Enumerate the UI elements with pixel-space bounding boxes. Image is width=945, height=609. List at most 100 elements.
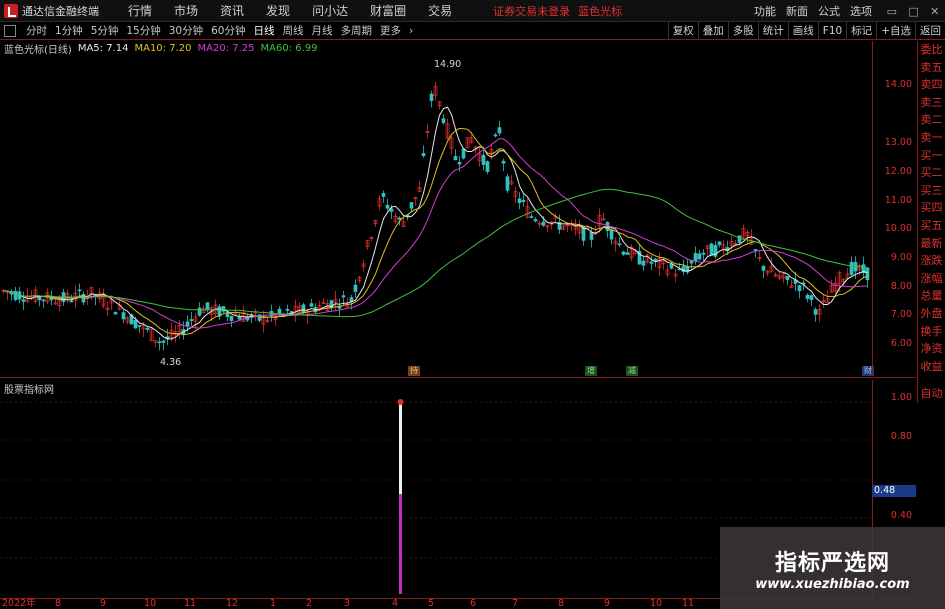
restore-rights-button[interactable]: 复权 xyxy=(667,22,698,40)
candle-body xyxy=(77,289,82,292)
side-item-bid5[interactable]: 买五 xyxy=(918,217,945,235)
ma20-value: MA20: 7.25 xyxy=(197,42,255,54)
side-item-change-pct[interactable]: 涨幅 xyxy=(918,270,945,288)
price-tick: 10.00 xyxy=(884,223,912,234)
side-item-bid4[interactable]: 买四 xyxy=(918,199,945,217)
side-item-ask4[interactable]: 卖四 xyxy=(918,76,945,94)
menu-item-formula[interactable]: 公式 xyxy=(813,3,845,19)
chart-name[interactable]: 蓝色光标(日线) xyxy=(4,41,72,56)
side-item-earnings[interactable]: 收益 xyxy=(918,358,945,376)
date-tick: 9 xyxy=(100,598,107,609)
candle-body xyxy=(137,325,142,327)
period-intraday[interactable]: 分时 xyxy=(22,23,51,38)
side-item-outer[interactable]: 外盘 xyxy=(918,305,945,323)
menu-item-options[interactable]: 选项 xyxy=(845,3,877,19)
period-monthly[interactable]: 月线 xyxy=(308,23,337,38)
period-daily[interactable]: 日线 xyxy=(250,23,279,38)
candle-body xyxy=(517,198,522,203)
indicator-tick: 1.00 xyxy=(890,392,912,403)
indicator-tick: 0.80 xyxy=(890,431,912,442)
date-tick: 2022年 xyxy=(2,598,36,609)
side-item-bid2[interactable]: 买二 xyxy=(918,164,945,182)
period-5min[interactable]: 5分钟 xyxy=(87,23,123,38)
minimize-icon[interactable]: ▭ xyxy=(887,5,897,18)
candle-body xyxy=(761,265,766,271)
candle-body xyxy=(617,243,622,246)
menu-item-news[interactable]: 资讯 xyxy=(209,2,255,19)
side-item-bid3[interactable]: 买三 xyxy=(918,182,945,200)
candle-body xyxy=(785,275,790,280)
candle-body xyxy=(113,311,118,315)
period-1min[interactable]: 1分钟 xyxy=(51,23,87,38)
menu-item-wealth[interactable]: 财富圈 xyxy=(359,2,417,19)
menu-item-discover[interactable]: 发现 xyxy=(255,2,301,19)
menu-item-new-page[interactable]: 新面 xyxy=(781,3,813,19)
candle-body xyxy=(849,261,854,275)
period-60min[interactable]: 60分钟 xyxy=(207,23,249,38)
add-watchlist-button[interactable]: +自选 xyxy=(876,22,915,40)
candle-body xyxy=(133,319,138,329)
date-tick: 5 xyxy=(428,598,435,609)
overlay-button[interactable]: 叠加 xyxy=(697,22,728,40)
close-icon[interactable]: ✕ xyxy=(930,5,939,18)
menu-item-ask[interactable]: 问小达 xyxy=(301,2,359,19)
login-notice[interactable]: 证券交易未登录 xyxy=(493,3,570,19)
auto-button[interactable]: 自动 xyxy=(917,385,945,403)
maximize-icon[interactable]: □ xyxy=(908,5,918,18)
chevron-right-icon[interactable]: › xyxy=(405,25,417,37)
period-multi[interactable]: 多周期 xyxy=(337,23,377,38)
candle-body xyxy=(709,243,714,256)
ma5-value: MA5: 7.14 xyxy=(77,42,129,54)
candle-body xyxy=(497,127,502,134)
side-item-ask2[interactable]: 卖二 xyxy=(918,111,945,129)
side-item-volume[interactable]: 总量 xyxy=(918,287,945,305)
panel-toggle-icon[interactable] xyxy=(4,24,16,37)
side-item-ask1[interactable]: 卖一 xyxy=(918,129,945,147)
side-item-bid1[interactable]: 买一 xyxy=(918,147,945,165)
side-item-net-assets[interactable]: 净资 xyxy=(918,340,945,358)
candle-body xyxy=(381,193,386,197)
candle-body xyxy=(649,261,654,264)
event-marker-increase[interactable]: 增 xyxy=(585,366,597,376)
candle-body xyxy=(805,294,810,299)
menu-item-function[interactable]: 功能 xyxy=(749,3,781,19)
side-item-ask5[interactable]: 卖五 xyxy=(918,59,945,77)
period-15min[interactable]: 15分钟 xyxy=(122,23,164,38)
candle-body xyxy=(589,231,594,240)
window-controls: ▭ □ ✕ xyxy=(881,0,945,22)
event-marker-hold[interactable]: 持 xyxy=(408,366,420,376)
right-menu: 功能 新面 公式 选项 xyxy=(749,0,877,22)
candle-body xyxy=(481,154,486,165)
date-tick: 12 xyxy=(226,598,239,609)
date-tick: 11 xyxy=(682,598,695,609)
side-item-change[interactable]: 涨跌 xyxy=(918,252,945,270)
multi-stock-button[interactable]: 多股 xyxy=(727,22,758,40)
side-item-bid-ratio[interactable]: 委比 xyxy=(918,41,945,59)
signal-bar-lower xyxy=(399,494,402,594)
period-more[interactable]: 更多 xyxy=(376,23,405,38)
candle-body xyxy=(397,217,402,220)
pane-divider[interactable] xyxy=(0,377,916,378)
period-30min[interactable]: 30分钟 xyxy=(165,23,207,38)
side-item-latest[interactable]: 最新 xyxy=(918,235,945,253)
f10-button[interactable]: F10 xyxy=(817,22,846,40)
watermark: 指标严选网 www.xuezhibiao.com xyxy=(720,527,945,609)
side-item-ask3[interactable]: 卖三 xyxy=(918,94,945,112)
menu-item-quotes[interactable]: 行情 xyxy=(117,2,163,19)
side-item-turnover[interactable]: 换手 xyxy=(918,323,945,341)
candle-body xyxy=(229,315,234,321)
candle-body xyxy=(121,312,126,320)
ma-legend: 蓝色光标(日线) MA5: 7.14 MA10: 7.20 MA20: 7.25… xyxy=(0,41,318,56)
statistics-button[interactable]: 统计 xyxy=(757,22,788,40)
candle-body xyxy=(641,260,646,266)
draw-line-button[interactable]: 画线 xyxy=(787,22,818,40)
date-tick: 6 xyxy=(470,598,477,609)
back-button[interactable]: 返回 xyxy=(915,22,945,40)
menu-item-market[interactable]: 市场 xyxy=(163,2,209,19)
ma10-value: MA10: 7.20 xyxy=(134,42,192,54)
menu-item-trade[interactable]: 交易 xyxy=(417,2,463,19)
period-weekly[interactable]: 周线 xyxy=(279,23,308,38)
candlestick-chart[interactable] xyxy=(0,55,872,377)
event-marker-decrease[interactable]: 减 xyxy=(626,366,638,376)
mark-button[interactable]: 标记 xyxy=(846,22,876,40)
